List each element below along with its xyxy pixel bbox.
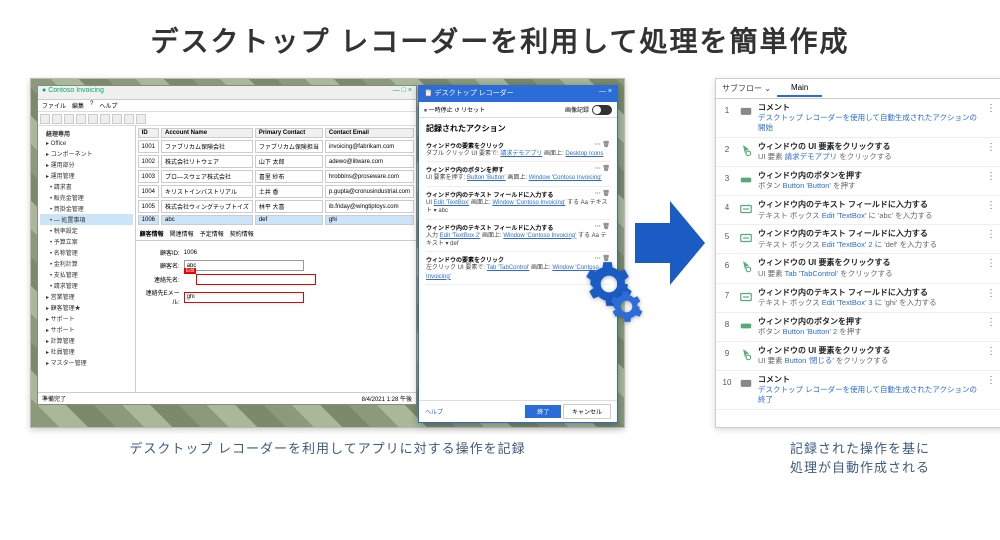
detail-form: 顧客ID:1006 顧客名: 連絡先名: Edit 連絡先Eメール: <box>136 241 416 313</box>
tree-item[interactable]: ▸ 計算管理 <box>40 335 133 346</box>
arrow-right-icon <box>635 198 705 293</box>
more-icon[interactable]: ⋮ <box>982 171 1000 182</box>
nav-tree[interactable]: 経理専用 ▸ Office▸ コンポーネント▸ 運用部分▸ 運用管理• 請求書•… <box>38 126 136 392</box>
pause-button[interactable]: ⏸ 一時停止 <box>424 108 453 114</box>
flow-step[interactable]: 2ウィンドウの UI 要素をクリックするUI 要素 請求デモアプリ をクリックす… <box>716 138 1000 167</box>
flow-step[interactable]: 4ウィンドウ内のテキスト フィールドに入力するテキスト ボックス Edit 'T… <box>716 196 1000 225</box>
cancel-button[interactable]: キャンセル <box>563 404 611 419</box>
status-bar: 準備完了8/4/2021 1:28 午後 <box>38 392 416 404</box>
more-icon[interactable]: ⋮ <box>982 375 1000 386</box>
flow-step[interactable]: 5ウィンドウ内のテキスト フィールドに入力するテキスト ボックス Edit 'T… <box>716 225 1000 254</box>
app-menubar[interactable]: ファイル編集?ヘルプ <box>38 100 416 112</box>
image-record-toggle[interactable]: 画像記録 <box>565 105 612 115</box>
flow-step[interactable]: 3ウィンドウ内のボタンを押すボタン Button 'Button' を押す⋮ <box>716 167 1000 196</box>
tree-item[interactable]: • — 処置事項 <box>40 214 133 225</box>
left-screenshot: ● Contoso Invoicing — □ × ファイル編集?ヘルプ 経理専… <box>30 78 625 428</box>
email-input[interactable] <box>184 292 304 303</box>
recorded-actions-heading: 記録されたアクション <box>426 123 610 134</box>
more-icon[interactable]: ⋮ <box>982 229 1000 240</box>
recorded-action[interactable]: ウィンドウ内のテキスト フィールドに入力する ⋯ 🗑UI Edit 'TextB… <box>426 187 610 220</box>
subflow-dropdown[interactable]: サブフロー ⌄ <box>716 83 777 94</box>
app-toolbar[interactable] <box>38 112 416 126</box>
flow-step[interactable]: 10コメントデスクトップ レコーダーを使用して自動生成されたアクションの終了⋮ <box>716 371 1000 410</box>
app-title: ● Contoso Invoicing <box>42 87 104 98</box>
more-icon[interactable]: ⋮ <box>982 258 1000 269</box>
tree-item[interactable]: ▸ サポート <box>40 324 133 335</box>
slide-title: デスクトップ レコーダーを利用して処理を簡単作成 <box>30 20 970 60</box>
flow-step[interactable]: 6ウィンドウの UI 要素をクリックするUI 要素 Tab 'TabContro… <box>716 254 1000 283</box>
recorded-action[interactable]: ウィンドウの要素をクリック ⋯ 🗑ダブル クリック UI 要素で: 請求デモアプ… <box>426 138 610 162</box>
table-row[interactable]: 1003プロ―スウェア株式会社喜里 紗布hrobbins@proseware.c… <box>138 170 414 183</box>
tree-item[interactable]: • 買掛金管理 <box>40 203 133 214</box>
contoso-app-window: ● Contoso Invoicing — □ × ファイル編集?ヘルプ 経理専… <box>37 85 417 405</box>
tree-item[interactable]: • 名称管理 <box>40 247 133 258</box>
recorder-window: 📋 デスクトップ レコーダー — × ⏸ 一時停止 ↺ リセット 画像記録 記録… <box>418 85 618 423</box>
tree-item[interactable]: ▸ サポート <box>40 313 133 324</box>
tree-item[interactable]: • 予算立案 <box>40 236 133 247</box>
more-icon[interactable]: ⋮ <box>982 103 1000 114</box>
more-icon[interactable]: ⋮ <box>982 200 1000 211</box>
flow-step[interactable]: 8ウィンドウ内のボタンを押すボタン Button 'Button' 2 を押す⋮ <box>716 313 1000 342</box>
flow-step[interactable]: 7ウィンドウ内のテキスト フィールドに入力するテキスト ボックス Edit 'T… <box>716 284 1000 313</box>
recorder-close-icon[interactable]: — × <box>599 88 612 100</box>
tree-item[interactable]: • 支払管理 <box>40 269 133 280</box>
tree-item[interactable]: • 税率設定 <box>40 225 133 236</box>
tree-item[interactable]: • 販売金管理 <box>40 192 133 203</box>
table-row[interactable]: 1001ファブリカム保険会社ファブリカム保険担当invoicing@fabrik… <box>138 140 414 153</box>
tree-item[interactable]: • 請求書 <box>40 181 133 192</box>
reset-button[interactable]: ↺ リセット <box>454 108 485 114</box>
finish-button[interactable]: 終了 <box>525 405 561 418</box>
close-icon[interactable]: — □ × <box>393 87 412 98</box>
flow-step[interactable]: 9ウィンドウの UI 要素をクリックするUI 要素 Button '閉じる' を… <box>716 342 1000 371</box>
tree-item[interactable]: ▸ マスター管理 <box>40 357 133 368</box>
tab-main[interactable]: Main <box>777 80 822 97</box>
more-icon[interactable]: ⋮ <box>982 346 1000 357</box>
contact-input[interactable] <box>196 274 316 285</box>
detail-tabs[interactable]: 顧客情報関連情報予定情報契約情報 <box>136 227 416 241</box>
tree-item[interactable]: ▸ 運用部分 <box>40 159 133 170</box>
customer-grid[interactable]: IDAccount NamePrimary ContactContact Ema… <box>136 126 416 227</box>
recorded-action[interactable]: ウィンドウ内のボタンを押す ⋯ 🗑UI 要素を押す: Button 'Butto… <box>426 162 610 186</box>
flow-designer: サブフロー ⌄ Main 1コメントデスクトップ レコーダーを使用して自動生成さ… <box>715 78 1000 428</box>
name-input[interactable] <box>184 260 304 271</box>
tree-item[interactable]: • 金利計算 <box>40 258 133 269</box>
tree-item[interactable]: ▸ 運用管理 <box>40 170 133 181</box>
recorder-title: 📋 デスクトップ レコーダー <box>424 88 514 100</box>
tree-item[interactable]: • 請求管理 <box>40 280 133 291</box>
tree-item[interactable]: ▸ 社員管理 <box>40 346 133 357</box>
tree-item[interactable]: ▸ コンポーネント <box>40 148 133 159</box>
more-icon[interactable]: ⋮ <box>982 142 1000 153</box>
recorded-action[interactable]: ウィンドウの要素をクリック ⋯ 🗑左クリック UI 要素で: Tab 'TabC… <box>426 252 610 285</box>
table-row[interactable]: 1002株式会社リトウェア山下 太郎adewo@litware.com <box>138 155 414 168</box>
table-row[interactable]: 1004キリストインバストリアル土井 香p.gupta@cronusindust… <box>138 185 414 198</box>
tree-item[interactable]: ▸ 営業管理 <box>40 291 133 302</box>
more-icon[interactable]: ⋮ <box>982 288 1000 299</box>
table-row[interactable]: 1006abcdefghi <box>138 215 414 225</box>
help-link[interactable]: ヘルプ <box>425 407 443 416</box>
right-caption: 記録された操作を基に処理が自動作成される <box>715 438 1000 476</box>
table-row[interactable]: 1005株式会社ウィングチップトイズ林平 大喜ib.friday@wingtip… <box>138 200 414 213</box>
more-icon[interactable]: ⋮ <box>982 317 1000 328</box>
tree-item[interactable]: ▸ 顧客管理★ <box>40 302 133 313</box>
flow-step[interactable]: 1コメントデスクトップ レコーダーを使用して自動生成されたアクションの開始⋮ <box>716 99 1000 138</box>
recorded-action[interactable]: ウィンドウ内のテキスト フィールドに入力する ⋯ 🗑入力 Edit 'TextB… <box>426 220 610 253</box>
tree-item[interactable]: ▸ Office <box>40 139 133 148</box>
left-caption: デスクトップ レコーダーを利用してアプリに対する操作を記録 <box>30 438 625 457</box>
